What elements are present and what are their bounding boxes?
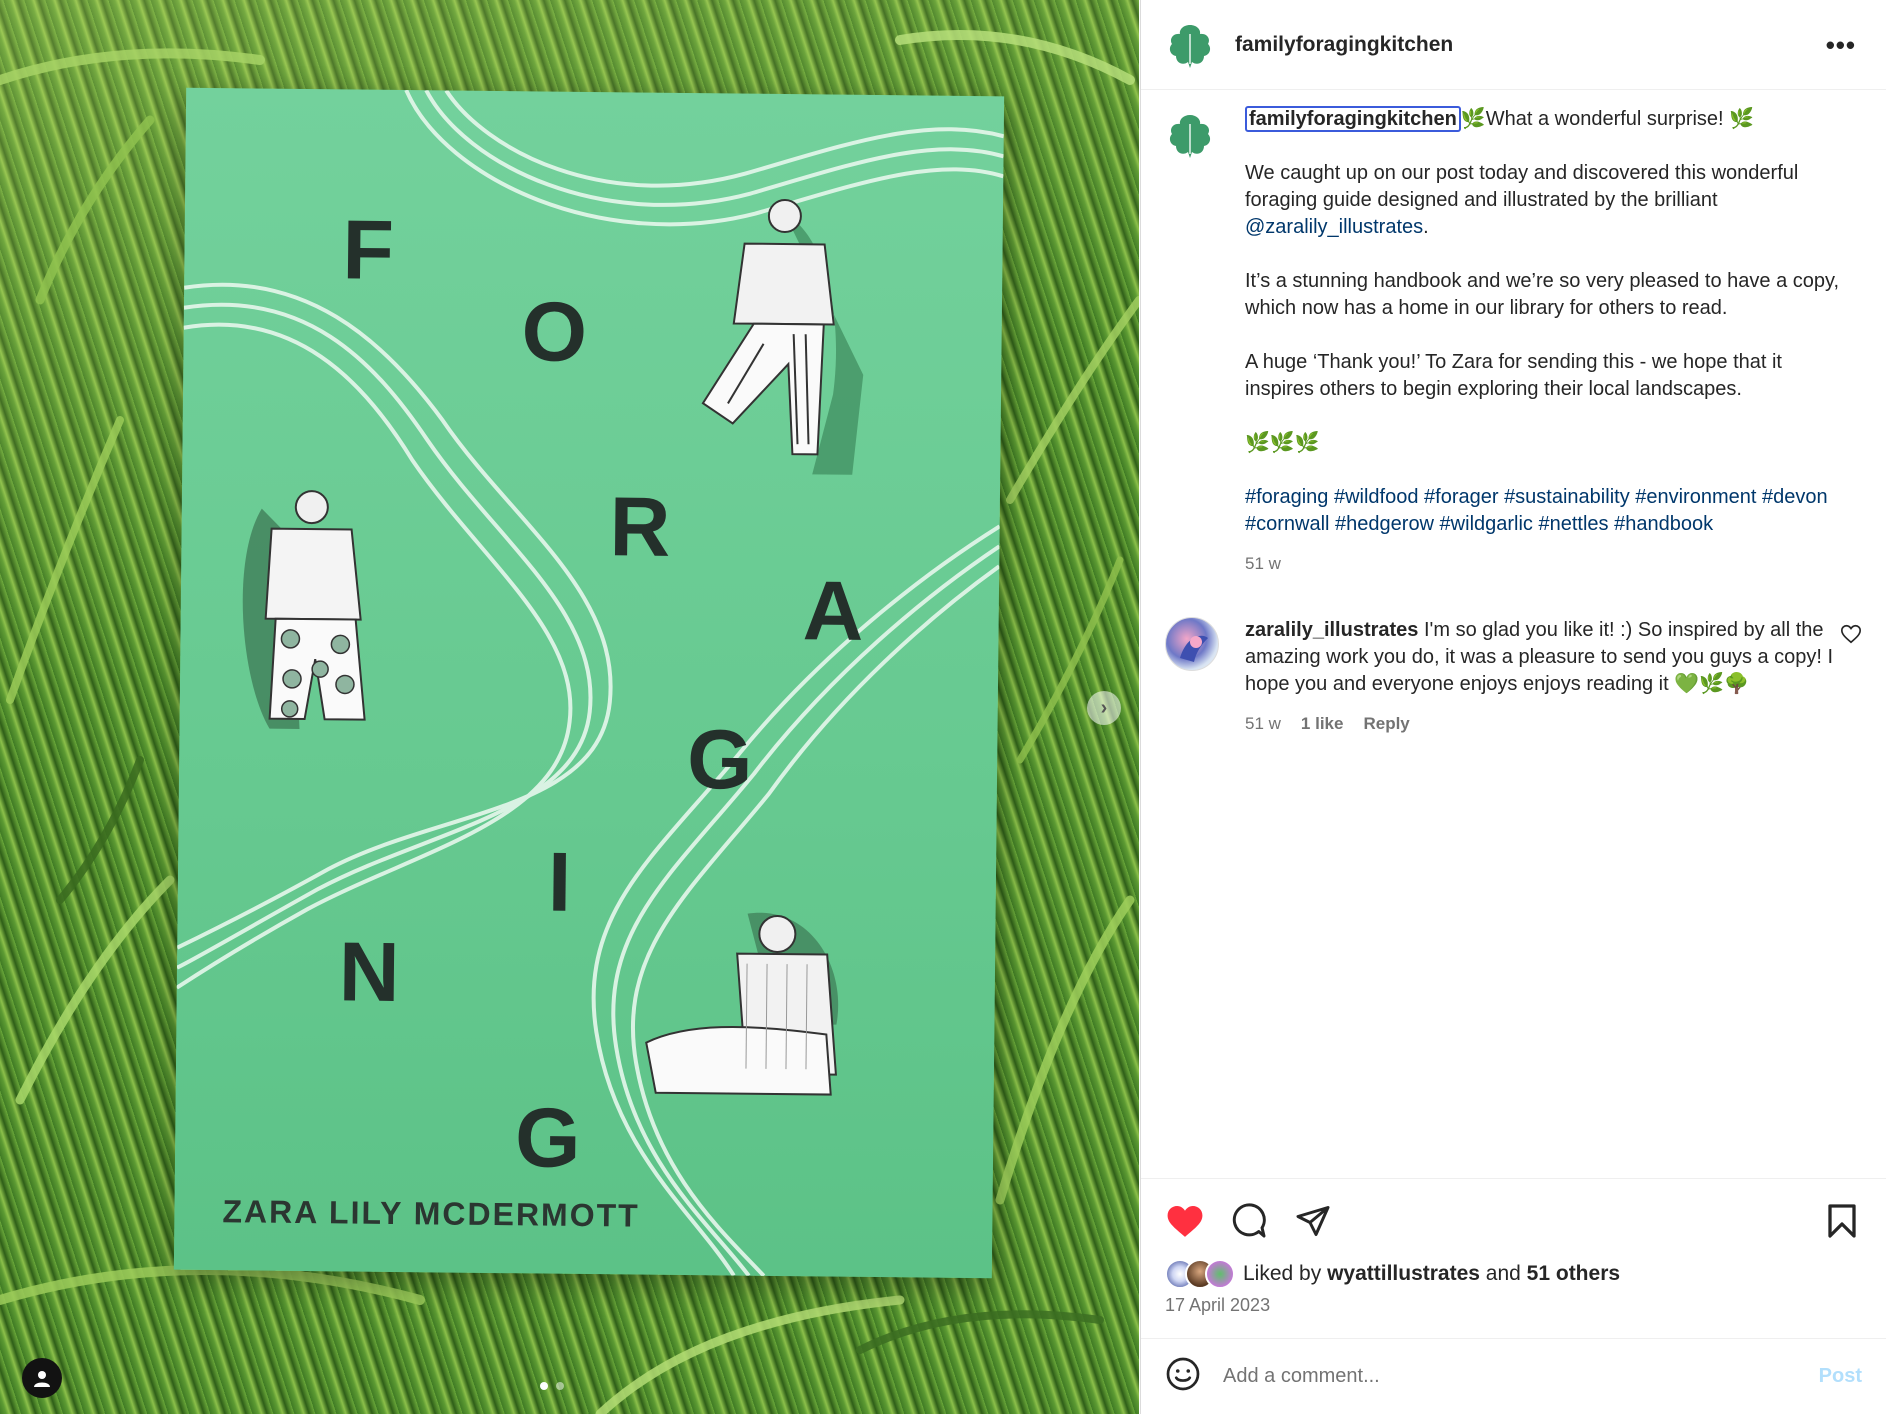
likes-others[interactable]: 51 others: [1527, 1262, 1620, 1285]
carousel-dot: [556, 1382, 564, 1390]
header-username[interactable]: familyforagingkitchen: [1235, 33, 1453, 57]
likes-prefix: Liked by: [1243, 1262, 1328, 1285]
likes-user[interactable]: wyattillustrates: [1327, 1262, 1480, 1285]
liker-avatar[interactable]: [1205, 1259, 1235, 1289]
reply-time[interactable]: 51 w: [1245, 710, 1281, 737]
caption-first-line: familyforagingkitchen 🌿What a wonderful s…: [1245, 106, 1855, 133]
user-silhouette-icon: [34, 1371, 50, 1387]
avatar-illustration: [1180, 635, 1208, 662]
like-outline-icon[interactable]: [1840, 623, 1862, 645]
heart-icon[interactable]: [1165, 1201, 1205, 1241]
caption: familyforagingkitchen 🌿What a wonderful s…: [1165, 106, 1862, 577]
action-icons-row: [1165, 1179, 1862, 1255]
book-letter-a: A: [802, 563, 866, 658]
book-cover: F O R A G I N G ZARA LILY MCDERMOTT: [173, 87, 1005, 1279]
caption-username[interactable]: familyforagingkitchen: [1245, 106, 1461, 132]
caption-avatar[interactable]: [1165, 110, 1215, 160]
post-side-panel: familyforagingkitchen ••• familyforaging…: [1140, 0, 1886, 1414]
caption-meta: 51 w: [1245, 550, 1855, 577]
caption-para5: 🌿🌿🌿: [1245, 432, 1320, 454]
carousel-dot-active: [540, 1382, 548, 1390]
book-letter-g1: G: [686, 712, 756, 807]
more-icon[interactable]: •••: [1826, 30, 1856, 61]
reply-button[interactable]: Reply: [1363, 710, 1409, 737]
share-icon[interactable]: [1293, 1201, 1333, 1241]
comment-item: zaralily_illustrates I'm so glad you lik…: [1165, 617, 1862, 737]
book-letter-n: N: [338, 924, 403, 1020]
book-letter-r: R: [609, 479, 673, 574]
post-comment-button[interactable]: Post: [1819, 1365, 1862, 1388]
caption-para3: It’s a stunning handbook and we’re so ve…: [1245, 270, 1840, 319]
caption-body: familyforagingkitchen 🌿What a wonderful s…: [1245, 106, 1855, 577]
figure-sitting: [645, 912, 839, 1096]
author-avatar[interactable]: [1165, 19, 1215, 70]
likes-middle: and: [1479, 1262, 1527, 1285]
caption-para2: We caught up on our post today and disco…: [1245, 160, 1855, 241]
chevron-right-icon[interactable]: ›: [1087, 691, 1121, 725]
post-photo[interactable]: F O R A G I N G ZARA LILY MCDERMOTT ›: [0, 0, 1139, 1414]
post-header: familyforagingkitchen •••: [1141, 0, 1886, 90]
emoji-icon[interactable]: [1165, 1356, 1201, 1397]
figure-walking: [701, 199, 864, 475]
carousel-dots: [540, 1382, 564, 1390]
leaf-logo-icon: [1169, 115, 1211, 158]
likes-row: Liked by wyattillustrates and 51 others: [1165, 1259, 1862, 1289]
caption-line1: 🌿What a wonderful surprise! 🌿: [1460, 108, 1755, 130]
book-author: ZARA LILY MCDERMOTT: [222, 1193, 640, 1234]
book-letter-o: O: [521, 284, 590, 379]
likes-text: Liked by wyattillustrates and 51 others: [1243, 1262, 1620, 1286]
caption-time[interactable]: 51 w: [1245, 550, 1281, 577]
comments-list: familyforagingkitchen 🌿What a wonderful s…: [1141, 106, 1886, 737]
figure-standing: [242, 490, 366, 729]
caption-para2-end: .: [1423, 216, 1429, 238]
caption-para2-text: We caught up on our post today and disco…: [1245, 162, 1799, 211]
post-actions: Liked by wyattillustrates and 51 others …: [1141, 1178, 1886, 1336]
reply-text-line: zaralily_illustrates I'm so glad you lik…: [1245, 617, 1855, 698]
comment-icon[interactable]: [1229, 1201, 1269, 1241]
caption-hashtags[interactable]: #foraging #wildfood #forager #sustainabi…: [1245, 484, 1855, 538]
reply-meta: 51 w 1 like Reply: [1245, 710, 1855, 737]
caption-para4: A huge ‘Thank you!’ To Zara for sending …: [1245, 351, 1782, 400]
add-comment-bar: Post: [1141, 1338, 1886, 1414]
reply-likes[interactable]: 1 like: [1301, 710, 1344, 737]
reply-body: zaralily_illustrates I'm so glad you lik…: [1245, 617, 1855, 737]
reply-username[interactable]: zaralily_illustrates: [1245, 619, 1418, 641]
comment-input[interactable]: [1223, 1365, 1819, 1388]
post-date[interactable]: 17 April 2023: [1165, 1295, 1862, 1316]
commenter-avatar[interactable]: [1165, 617, 1219, 671]
bookmark-icon[interactable]: [1822, 1201, 1862, 1241]
user-tag-icon[interactable]: [22, 1358, 62, 1398]
mention-link[interactable]: @zaralily_illustrates: [1245, 216, 1423, 238]
book-letter-i: I: [547, 834, 574, 929]
leaf-logo-icon: [1169, 24, 1211, 68]
book-letter-g2: G: [514, 1090, 584, 1185]
book-letter-f: F: [342, 202, 397, 297]
